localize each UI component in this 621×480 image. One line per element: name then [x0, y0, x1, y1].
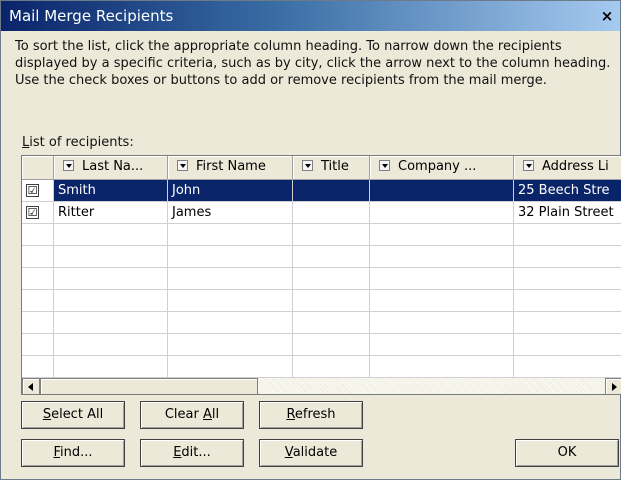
edit-button[interactable]: Edit...	[140, 439, 244, 467]
empty-cell	[293, 356, 370, 378]
cell-last-name[interactable]: Smith	[54, 180, 168, 202]
empty-cell	[370, 356, 514, 378]
empty-cell	[168, 334, 293, 356]
row-check-cell[interactable]: ☑	[22, 202, 54, 224]
empty-cell	[514, 224, 621, 246]
empty-cell	[293, 312, 370, 334]
table-row[interactable]: ☑ Smith John 25 Beech Stre	[22, 180, 621, 202]
empty-row	[22, 224, 621, 246]
empty-cell	[293, 334, 370, 356]
row-checkbox[interactable]: ☑	[26, 184, 39, 197]
column-filter-arrow-icon[interactable]	[177, 160, 188, 171]
empty-cell	[168, 290, 293, 312]
empty-cell	[22, 312, 54, 334]
column-header-last-name[interactable]: Last Na...	[54, 156, 168, 180]
list-label-rest: ist of recipients:	[29, 135, 134, 150]
empty-row	[22, 246, 621, 268]
empty-cell	[370, 246, 514, 268]
empty-row	[22, 290, 621, 312]
empty-cell	[370, 334, 514, 356]
horizontal-scrollbar[interactable]	[22, 377, 621, 394]
close-icon[interactable]: ×	[600, 9, 614, 24]
empty-cell	[370, 290, 514, 312]
empty-row	[22, 356, 621, 378]
table-row[interactable]: ☑ Ritter James 32 Plain Street	[22, 202, 621, 224]
empty-cell	[370, 224, 514, 246]
empty-cell	[514, 356, 621, 378]
column-header-row: Last Na... First Name Title Company ... …	[22, 156, 621, 180]
empty-cell	[293, 290, 370, 312]
cell-first-name[interactable]: James	[168, 202, 293, 224]
header-check-column[interactable]	[22, 156, 54, 180]
empty-cell	[54, 268, 168, 290]
empty-cell	[22, 356, 54, 378]
empty-cell	[54, 224, 168, 246]
column-filter-arrow-icon[interactable]	[63, 160, 74, 171]
column-filter-arrow-icon[interactable]	[523, 160, 534, 171]
empty-cell	[168, 268, 293, 290]
instructions-text: To sort the list, click the appropriate …	[15, 39, 611, 88]
column-header-first-name[interactable]: First Name	[168, 156, 293, 180]
select-all-button[interactable]: Select All	[21, 401, 125, 429]
empty-row	[22, 312, 621, 334]
validate-button[interactable]: Validate	[259, 439, 363, 467]
empty-cell	[514, 290, 621, 312]
column-filter-arrow-icon[interactable]	[379, 160, 390, 171]
scroll-right-arrow-icon[interactable]	[605, 378, 621, 394]
row-checkbox[interactable]: ☑	[26, 206, 39, 219]
empty-cell	[22, 290, 54, 312]
empty-cell	[22, 334, 54, 356]
empty-cell	[22, 268, 54, 290]
empty-cell	[54, 334, 168, 356]
empty-cell	[22, 246, 54, 268]
window-title: Mail Merge Recipients	[9, 7, 174, 25]
empty-cell	[514, 268, 621, 290]
empty-cell	[514, 246, 621, 268]
empty-cell	[54, 312, 168, 334]
empty-cell	[54, 290, 168, 312]
empty-cell	[168, 312, 293, 334]
empty-cell	[370, 312, 514, 334]
scrollbar-thumb[interactable]	[40, 378, 258, 394]
mail-merge-recipients-dialog: Mail Merge Recipients × To sort the list…	[0, 0, 621, 480]
scroll-left-arrow-icon[interactable]	[22, 378, 40, 394]
empty-cell	[514, 334, 621, 356]
empty-cell	[22, 224, 54, 246]
cell-title[interactable]	[293, 180, 370, 202]
find-button[interactable]: Find...	[21, 439, 125, 467]
cell-address[interactable]: 32 Plain Street	[514, 202, 621, 224]
empty-cell	[293, 224, 370, 246]
empty-cell	[168, 246, 293, 268]
recipients-grid[interactable]: Last Na... First Name Title Company ... …	[21, 155, 621, 395]
empty-cell	[54, 246, 168, 268]
cell-company[interactable]	[370, 202, 514, 224]
cell-title[interactable]	[293, 202, 370, 224]
empty-cell	[168, 356, 293, 378]
list-of-recipients-label: List of recipients:	[22, 135, 134, 150]
column-header-company[interactable]: Company ...	[370, 156, 514, 180]
column-header-title[interactable]: Title	[293, 156, 370, 180]
refresh-button[interactable]: Refresh	[259, 401, 363, 429]
ok-button[interactable]: OK	[515, 439, 619, 467]
row-check-cell[interactable]: ☑	[22, 180, 54, 202]
empty-cell	[514, 312, 621, 334]
column-filter-arrow-icon[interactable]	[302, 160, 313, 171]
clear-all-button[interactable]: Clear All	[140, 401, 244, 429]
cell-last-name[interactable]: Ritter	[54, 202, 168, 224]
empty-cell	[54, 356, 168, 378]
cell-first-name[interactable]: John	[168, 180, 293, 202]
cell-company[interactable]	[370, 180, 514, 202]
empty-cell	[293, 268, 370, 290]
empty-row	[22, 268, 621, 290]
empty-row	[22, 334, 621, 356]
empty-cell	[370, 268, 514, 290]
empty-cell	[293, 246, 370, 268]
empty-cell	[168, 224, 293, 246]
cell-address[interactable]: 25 Beech Stre	[514, 180, 621, 202]
title-bar[interactable]: Mail Merge Recipients ×	[1, 1, 620, 31]
column-header-address[interactable]: Address Li	[514, 156, 621, 180]
